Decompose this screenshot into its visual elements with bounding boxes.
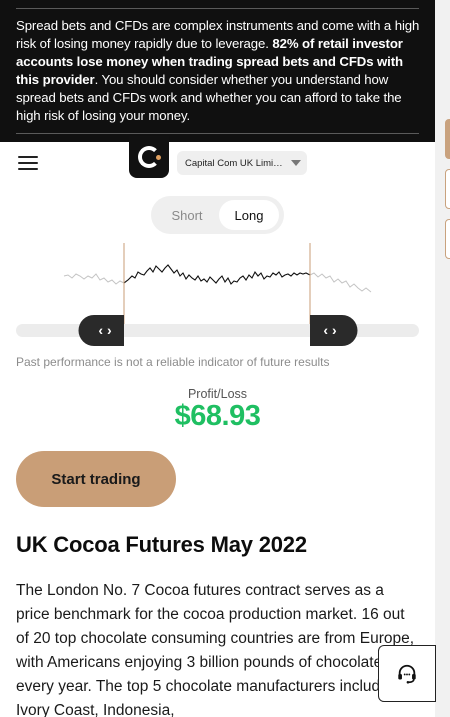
- past-performance-disclaimer: Past performance is not a reliable indic…: [16, 355, 330, 369]
- direction-toggle: Short Long: [151, 196, 284, 234]
- price-line-faded-right: [309, 272, 372, 293]
- risk-warning-text: Spread bets and CFDs are complex instrum…: [16, 17, 421, 125]
- start-trading-button[interactable]: Start trading: [16, 451, 176, 507]
- hamburger-menu-icon[interactable]: [18, 156, 38, 172]
- support-button[interactable]: [378, 645, 436, 702]
- side-tab[interactable]: [445, 169, 450, 209]
- range-track: [16, 324, 419, 337]
- entity-select[interactable]: Capital Com UK Limited: [177, 151, 307, 175]
- range-handle-right-arrows: ‹ ›: [323, 322, 337, 338]
- header: Capital Com UK Limited: [0, 136, 435, 190]
- price-chart: ‹ › ‹ ›: [16, 238, 419, 350]
- article-body: The London No. 7 Cocoa futures contract …: [16, 582, 415, 717]
- entity-select-label: Capital Com UK Limited: [185, 157, 285, 169]
- headset-icon: [398, 664, 416, 684]
- range-handle-left-arrows: ‹ ›: [98, 322, 112, 338]
- background-page-edge: [435, 0, 450, 717]
- logo-dot: [156, 155, 161, 160]
- side-tab[interactable]: [445, 219, 450, 259]
- divider: [16, 133, 419, 134]
- caret-down-icon: [291, 160, 301, 166]
- capital-com-logo[interactable]: [129, 136, 169, 178]
- article-title: UK Cocoa Futures May 2022: [16, 532, 307, 557]
- price-chart-svg: ‹ › ‹ ›: [16, 243, 419, 346]
- profit-loss-label: Profit/Loss: [187, 387, 248, 401]
- risk-warning-banner: Spread bets and CFDs are complex instrum…: [0, 0, 435, 142]
- profit-loss-value: $68.93: [174, 400, 261, 432]
- toggle-short[interactable]: Short: [157, 200, 217, 230]
- price-line-faded-left: [63, 273, 125, 285]
- price-line-active: [123, 264, 311, 285]
- divider: [16, 8, 419, 9]
- side-tab[interactable]: [445, 119, 450, 159]
- toggle-long[interactable]: Long: [219, 200, 279, 230]
